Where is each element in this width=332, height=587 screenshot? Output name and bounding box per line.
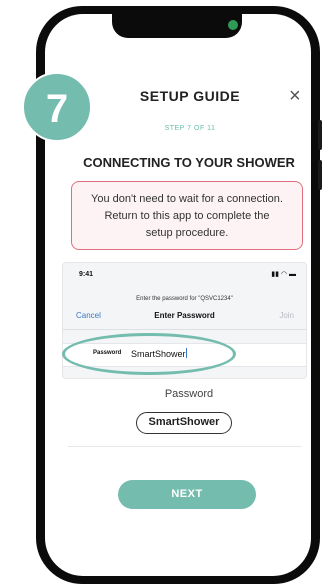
- ios-join-label: Join: [279, 311, 294, 320]
- close-icon[interactable]: ×: [289, 85, 301, 108]
- ios-status-time: 9:41: [79, 271, 94, 278]
- warning-box: You don't need to wait for a connection.…: [71, 181, 303, 250]
- warning-line: setup procedure.: [145, 227, 229, 239]
- next-button[interactable]: NEXT: [118, 480, 256, 509]
- phone-side-button: [318, 120, 322, 150]
- ios-password-prompt: Enter the password for "QSVC1234": [136, 296, 233, 302]
- highlight-ring: [62, 333, 236, 375]
- divider: [68, 446, 302, 447]
- ios-status-icons: ▮▮ ◠ ▬: [271, 271, 296, 278]
- step-badge: 7: [22, 72, 92, 142]
- password-value-pill: SmartShower: [136, 412, 232, 434]
- phone-notch: [112, 14, 242, 38]
- warning-line: You don't need to wait for a connection.: [91, 193, 283, 205]
- divider: [68, 378, 302, 379]
- password-label: Password: [164, 388, 214, 400]
- page-title: SETUP GUIDE: [139, 88, 241, 104]
- phone-side-button: [318, 160, 322, 190]
- ios-nav-bar: Cancel Enter Password Join: [63, 307, 306, 330]
- warning-line: Return to this app to complete the: [104, 210, 270, 222]
- camera-icon: [228, 20, 238, 30]
- section-heading: CONNECTING TO YOUR SHOWER: [83, 155, 295, 170]
- step-indicator: STEP 7 OF 11: [164, 125, 216, 132]
- ios-nav-title: Enter Password: [154, 311, 215, 320]
